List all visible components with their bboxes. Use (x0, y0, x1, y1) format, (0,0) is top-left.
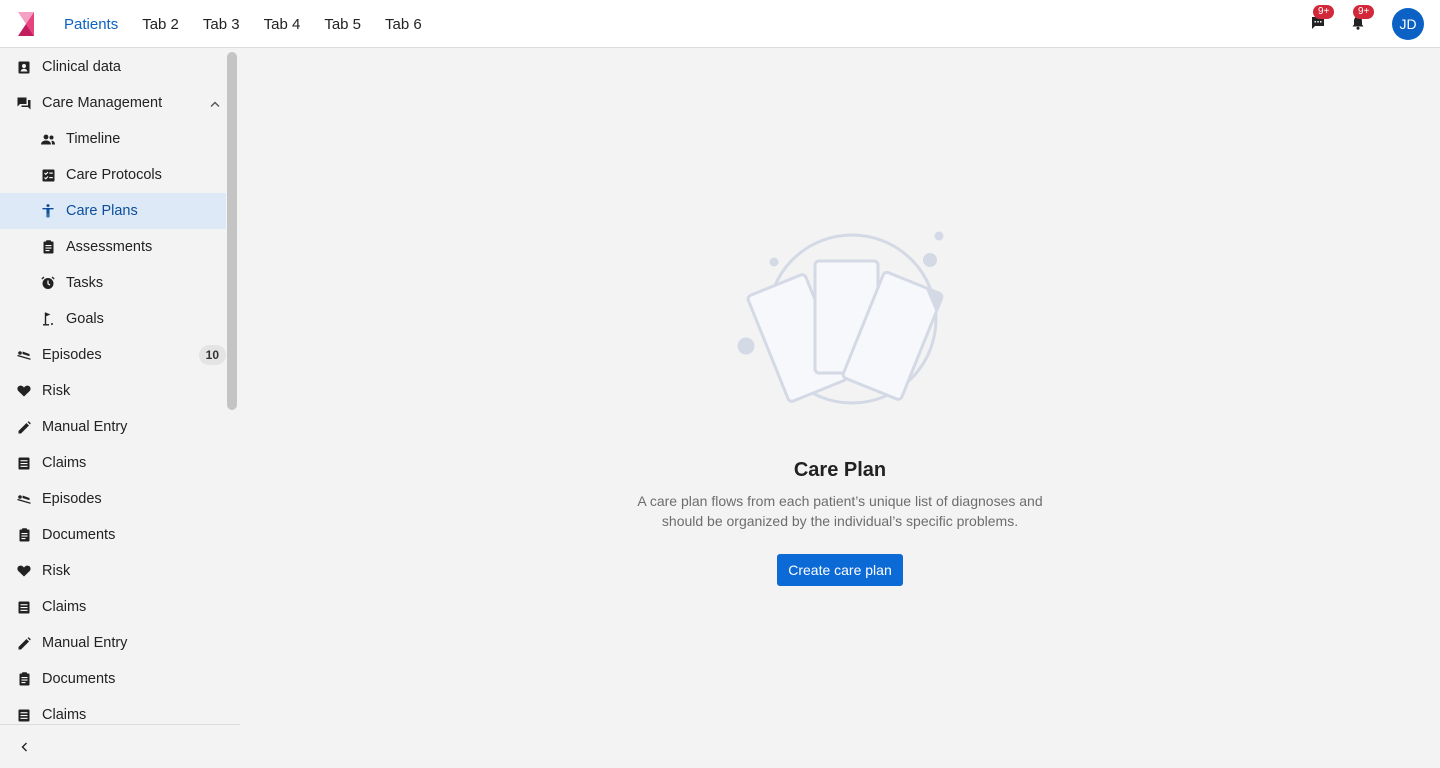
sidebar-item-label: Risk (42, 563, 71, 579)
create-care-plan-button[interactable]: Create care plan (777, 554, 903, 586)
sidebar-item-episodes[interactable]: Episodes (0, 481, 226, 517)
sidebar-item-label: Documents (42, 671, 116, 687)
sidebar-footer (0, 724, 240, 768)
sidebar-item-label: Claims (42, 707, 87, 723)
sidebar-item-claims[interactable]: Claims (0, 589, 226, 625)
tab-4[interactable]: Tab 4 (252, 16, 313, 33)
sidebar-item-label: Care Protocols (66, 167, 162, 183)
sidebar-item-claims[interactable]: Claims (0, 445, 226, 481)
sidebar-item-care-protocols[interactable]: Care Protocols (0, 157, 226, 193)
sidebar-item-label: Assessments (66, 239, 153, 255)
notifications-button[interactable]: 9+ (1347, 5, 1375, 34)
sidebar-item-label: Care Management (42, 95, 163, 111)
episodes-count-badge: 10 (198, 345, 226, 365)
clipboard-icon (16, 671, 32, 687)
document-icon (16, 455, 32, 471)
sidebar-item-label: Claims (42, 455, 87, 471)
bed-icon (16, 347, 32, 363)
sidebar-item-label: Documents (42, 527, 116, 543)
tab-patients[interactable]: Patients (52, 16, 130, 33)
sidebar-item-label: Goals (66, 311, 104, 327)
sidebar-nav: Clinical data Care Management Timeline C… (0, 49, 240, 724)
collapse-sidebar-button[interactable] (16, 739, 32, 755)
sidebar-item-label: Episodes (42, 491, 102, 507)
chevron-up-icon[interactable] (210, 96, 220, 112)
clipboard-icon (16, 527, 32, 543)
tab-2[interactable]: Tab 2 (130, 16, 191, 33)
messages-badge: 9+ (1313, 5, 1335, 19)
sidebar-item-label: Claims (42, 599, 87, 615)
top-bar: Patients Tab 2 Tab 3 Tab 4 Tab 5 Tab 6 9… (0, 0, 1440, 48)
sidebar-item-tasks[interactable]: Tasks (0, 265, 226, 301)
avatar[interactable]: JD (1392, 8, 1424, 40)
alarm-icon (40, 275, 56, 291)
sidebar-item-care-management[interactable]: Care Management (0, 85, 226, 121)
golf-icon (40, 311, 56, 327)
main-tabs: Patients Tab 2 Tab 3 Tab 4 Tab 5 Tab 6 (52, 0, 434, 48)
sidebar-item-clinical-data[interactable]: Clinical data (0, 49, 226, 85)
chevron-left-icon (21, 742, 27, 752)
document-icon (16, 599, 32, 615)
sidebar-item-label: Tasks (66, 275, 104, 291)
sidebar-item-risk[interactable]: Risk (0, 553, 226, 589)
sidebar-item-care-plans[interactable]: Care Plans (0, 193, 226, 229)
empty-state-title: Care Plan (793, 459, 887, 481)
sidebar-item-manual-entry[interactable]: Manual Entry (0, 409, 226, 445)
heart-icon (16, 563, 32, 579)
sidebar-item-timeline[interactable]: Timeline (0, 121, 226, 157)
sidebar: Clinical data Care Management Timeline C… (0, 49, 240, 768)
clipboard-icon (40, 239, 56, 255)
sidebar-item-label: Manual Entry (42, 419, 128, 435)
sidebar-item-claims[interactable]: Claims (0, 697, 226, 724)
app-logo[interactable] (15, 12, 37, 36)
sidebar-item-episodes[interactable]: Episodes 10 (0, 337, 226, 373)
sidebar-item-label: Manual Entry (42, 635, 128, 651)
checklist-icon (40, 167, 56, 183)
tab-6[interactable]: Tab 6 (373, 16, 434, 33)
empty-state-description: A care plan flows from each patient’s un… (637, 493, 1043, 529)
forum-icon (16, 95, 32, 111)
sidebar-item-manual-entry[interactable]: Manual Entry (0, 625, 226, 661)
sidebar-item-assessments[interactable]: Assessments (0, 229, 226, 265)
heart-icon (16, 383, 32, 399)
sidebar-item-label: Timeline (66, 131, 121, 147)
document-icon (16, 707, 32, 723)
sidebar-item-label: Care Plans (66, 203, 138, 219)
cards-illustration (735, 227, 965, 413)
messages-button[interactable]: 9+ (1307, 5, 1335, 34)
sidebar-item-label: Clinical data (42, 59, 121, 75)
sidebar-item-label: Risk (42, 383, 71, 399)
main-content: Care Plan A care plan flows from each pa… (240, 49, 1440, 768)
accessibility-icon (40, 203, 56, 219)
pencil-icon (16, 635, 32, 651)
bed-icon (16, 491, 32, 507)
contact-card-icon (16, 59, 32, 75)
people-icon (40, 131, 56, 147)
sidebar-item-goals[interactable]: Goals (0, 301, 226, 337)
sidebar-item-risk[interactable]: Risk (0, 373, 226, 409)
notifications-badge: 9+ (1353, 5, 1375, 19)
tab-5[interactable]: Tab 5 (312, 16, 373, 33)
sidebar-scrollbar[interactable] (227, 52, 237, 410)
pencil-icon (16, 419, 32, 435)
tab-3[interactable]: Tab 3 (191, 16, 252, 33)
sidebar-item-documents[interactable]: Documents (0, 661, 226, 697)
sidebar-item-documents[interactable]: Documents (0, 517, 226, 553)
sidebar-item-label: Episodes (42, 347, 102, 363)
